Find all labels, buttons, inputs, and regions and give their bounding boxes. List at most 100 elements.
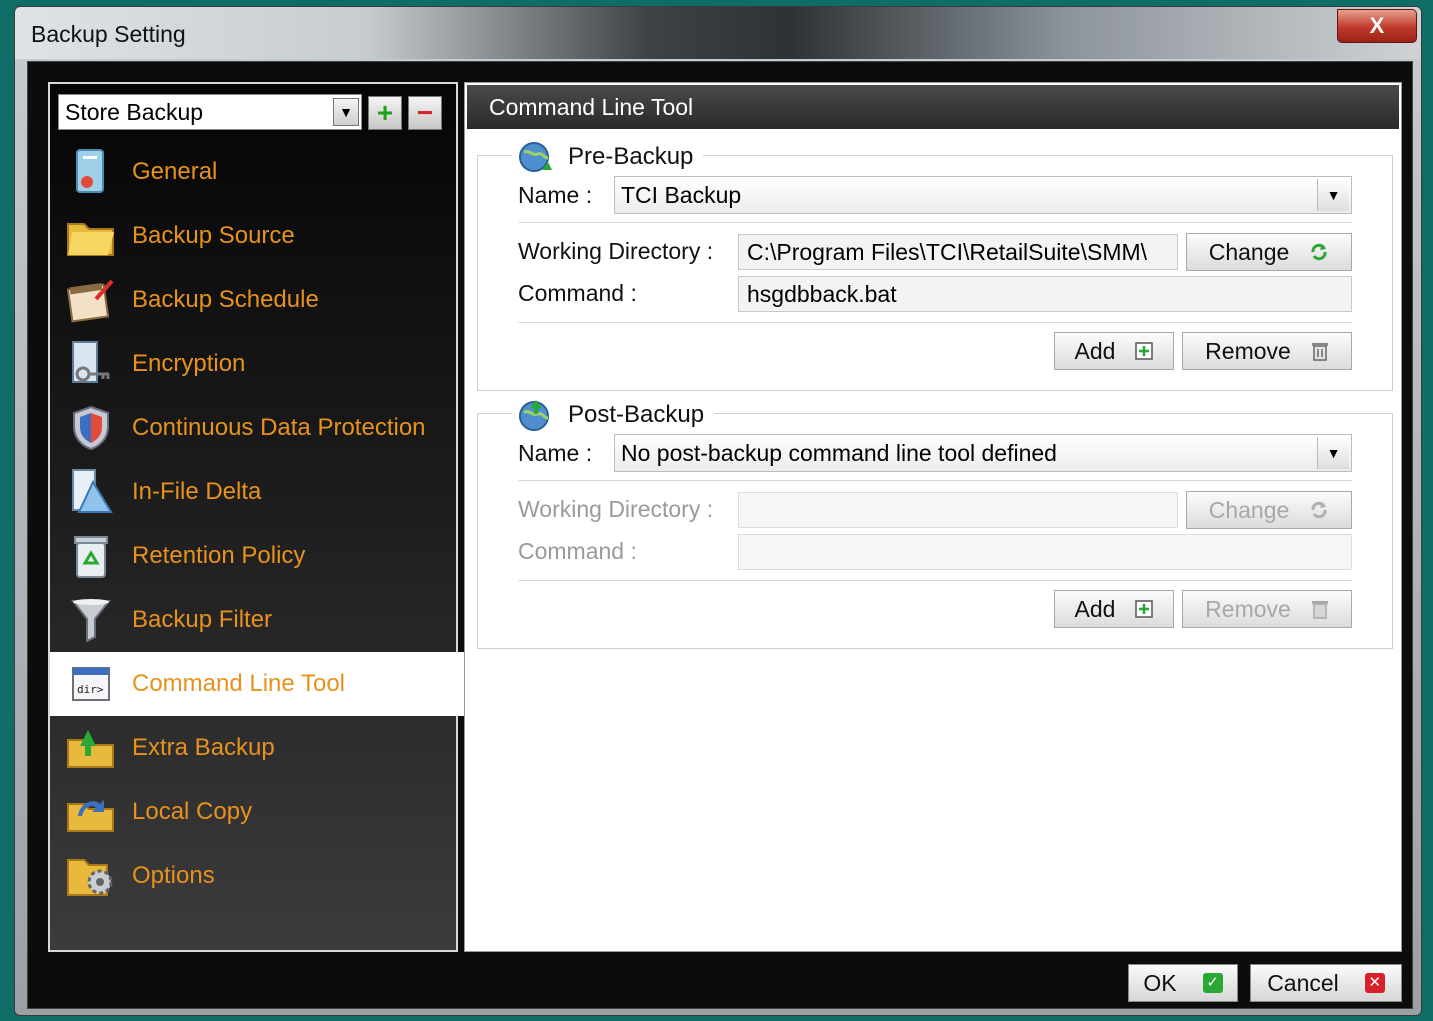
nav-label-general: General [132,158,218,185]
pre-separator-bottom [518,322,1352,323]
options-gear-icon [66,851,116,901]
nav-item-encryption[interactable]: Encryption [50,332,456,396]
backup-set-combo[interactable]: Store Backup ▼ [58,94,362,130]
post-add-button[interactable]: Add [1054,590,1174,628]
nav-label-backup-schedule: Backup Schedule [132,286,319,313]
cancel-button-label: Cancel [1267,969,1339,996]
ok-button-label: OK [1143,969,1177,996]
nav-label-encryption: Encryption [132,350,246,377]
pre-add-button[interactable]: Add [1054,332,1174,370]
local-copy-icon [66,787,116,837]
pre-command-input[interactable]: hsgdbback.bat [738,276,1352,312]
nav-item-general[interactable]: General [50,140,456,204]
calendar-icon [66,275,116,325]
add-item-icon [1135,342,1154,360]
pre-separator-top [518,222,1352,223]
post-backup-group: Post-Backup Name : No post-backup comman… [477,398,1393,649]
settings-nav-list: General Backup Source Backup Schedule En… [50,140,468,908]
chevron-down-icon[interactable]: ▼ [1317,179,1349,211]
remove-backup-set-button[interactable]: − [408,96,442,130]
trash-icon [1311,343,1328,361]
general-icon [66,147,116,197]
pre-name-label: Name : [518,182,593,208]
refresh-icon [1311,501,1327,519]
title-bar[interactable]: Backup Setting X [15,7,1421,59]
pre-backup-globe-icon [519,142,552,172]
post-name-label: Name : [518,440,593,466]
nav-label-extra-backup: Extra Backup [132,734,275,761]
post-separator-top [518,480,1352,481]
close-button[interactable]: X [1337,9,1417,43]
key-icon [66,339,116,389]
extra-backup-icon [66,723,116,773]
command-line-tool-panel: Command Line Tool Pre-Backup Name : TCI … [464,82,1402,952]
dialog-client-area: Store Backup ▼ + − General Backup Source… [27,61,1413,1009]
nav-item-retention-policy[interactable]: Retention Policy [50,524,456,588]
trash-icon [1311,601,1328,619]
post-command-input [738,534,1352,570]
post-backup-legend-label: Post-Backup [568,401,705,428]
nav-label-options: Options [132,862,215,889]
pre-name-select-value: TCI Backup [621,182,742,208]
nav-label-command-line-tool: Command Line Tool [132,670,346,697]
pre-change-button-label: Change [1208,238,1290,265]
check-icon: ✓ [1202,973,1223,993]
post-separator-bottom [518,580,1352,581]
add-backup-set-button[interactable]: + [368,96,402,130]
backup-set-combo-value: Store Backup [65,99,204,125]
ok-button[interactable]: OK ✓ [1128,964,1238,1002]
nav-item-local-copy[interactable]: Local Copy [50,780,456,844]
nav-label-continuous-data-protection: Continuous Data Protection [132,414,426,441]
post-working-directory-label: Working Directory : [518,496,714,522]
nav-item-continuous-data-protection[interactable]: Continuous Data Protection [50,396,456,460]
pre-command-label: Command : [518,280,637,306]
pre-backup-legend-label: Pre-Backup [568,143,694,170]
post-name-select[interactable]: No post-backup command line tool defined… [614,434,1352,472]
nav-item-options[interactable]: Options [50,844,456,908]
chevron-down-icon[interactable]: ▼ [1317,437,1349,469]
nav-label-retention-policy: Retention Policy [132,542,306,569]
post-change-button-label: Change [1208,496,1290,523]
nav-item-backup-filter[interactable]: Backup Filter [50,588,456,652]
pre-name-select[interactable]: TCI Backup ▼ [614,176,1352,214]
post-change-button: Change [1186,491,1352,529]
backup-set-selector: Store Backup ▼ + − [58,94,450,134]
cancel-button[interactable]: Cancel ✕ [1250,964,1402,1002]
pre-working-directory-input[interactable]: C:\Program Files\TCI\RetailSuite\SMM\ [738,234,1178,270]
pre-remove-button[interactable]: Remove [1182,332,1352,370]
nav-item-command-line-tool[interactable]: dir> Command Line Tool [50,652,468,716]
pre-backup-group: Pre-Backup Name : TCI Backup ▼ Working D… [477,140,1393,391]
shield-icon [66,403,116,453]
pre-change-button[interactable]: Change [1186,233,1352,271]
pre-working-directory-label: Working Directory : [518,238,714,264]
cancel-x-icon: ✕ [1364,973,1385,993]
post-name-select-value: No post-backup command line tool defined [621,440,1057,466]
post-add-button-label: Add [1074,595,1116,622]
svg-text:dir>: dir> [77,683,104,696]
nav-label-in-file-delta: In-File Delta [132,478,262,505]
post-remove-button: Remove [1182,590,1352,628]
pre-add-button-label: Add [1074,337,1116,364]
chevron-down-icon[interactable]: ▼ [333,98,359,126]
pre-backup-legend: Pre-Backup [512,140,704,174]
post-backup-legend: Post-Backup [512,398,715,432]
delta-icon [66,467,116,517]
folder-icon [66,211,116,261]
nav-label-backup-filter: Backup Filter [132,606,273,633]
funnel-icon [66,595,116,645]
nav-item-backup-schedule[interactable]: Backup Schedule [50,268,456,332]
refresh-icon [1311,243,1327,261]
nav-label-local-copy: Local Copy [132,798,253,825]
settings-nav-panel: Store Backup ▼ + − General Backup Source… [48,82,468,952]
nav-label-backup-source: Backup Source [132,222,295,249]
nav-item-backup-source[interactable]: Backup Source [50,204,456,268]
window-title: Backup Setting [31,21,186,47]
post-working-directory-input [738,492,1178,528]
backup-setting-window: Backup Setting X Store Backup ▼ + − Gene… [14,6,1422,1016]
post-backup-globe-icon [519,400,549,431]
nav-item-in-file-delta[interactable]: In-File Delta [50,460,456,524]
command-prompt-icon: dir> [66,659,116,709]
pre-remove-button-label: Remove [1205,337,1291,364]
add-item-icon [1135,600,1154,618]
nav-item-extra-backup[interactable]: Extra Backup [50,716,456,780]
